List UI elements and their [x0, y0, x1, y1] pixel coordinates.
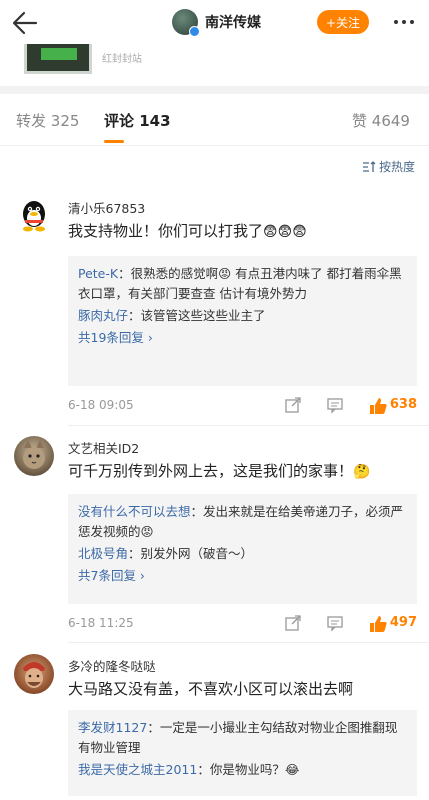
tab-reposts-count: 325 — [50, 112, 80, 130]
comment-text: 大马路又没有盖，不喜欢小区可以滚出去啊 — [68, 678, 417, 700]
commenter-name[interactable]: 文艺相关ID2 — [68, 438, 139, 457]
account-name[interactable]: 南洋传媒 — [205, 12, 261, 32]
tab-likes[interactable]: 赞 4649 — [352, 110, 410, 131]
comment-text: 可千万别传到外网上去，这是我们的家事！🤔 — [68, 460, 417, 483]
reply-line: Pete-K：很熟悉的感觉啊😡 有点丑港内味了 都打着雨伞黑衣口罩，有关部门要查… — [78, 264, 407, 304]
penguin-avatar-icon — [23, 201, 45, 232]
section-separator — [0, 86, 429, 94]
verified-badge-icon — [189, 26, 200, 37]
reply-user[interactable]: 李发财1127 — [78, 720, 147, 735]
tab-comments[interactable]: 评论 143 — [104, 110, 171, 131]
cat-avatar-icon — [23, 440, 45, 469]
comment-divider — [68, 642, 429, 643]
share-icon[interactable] — [284, 396, 302, 414]
tab-bar: 转发 325 评论 143 赞 4649 — [0, 94, 429, 146]
like-thumb-icon[interactable] — [368, 614, 388, 634]
comment-date: 6-18 11:25 — [68, 616, 134, 630]
comment-body: 我支持物业！你们可以打我了 — [68, 222, 264, 240]
reply-user[interactable]: 北极号角 — [78, 546, 128, 561]
sort-toggle[interactable]: 按热度 — [362, 158, 415, 175]
tab-comments-label: 评论 — [104, 112, 135, 130]
reply-text: ：该管管这些这些业主了 — [128, 308, 266, 323]
reply-preview[interactable]: 李发财1127：一定是一小撮业主勾结敌对物业企图推翻现有物业管理 我是天使之城主… — [68, 710, 417, 796]
quoted-post-text: 红封封站 — [102, 54, 142, 65]
tab-reposts-label: 转发 — [16, 112, 47, 130]
tab-likes-count: 4649 — [371, 112, 410, 130]
active-tab-indicator — [104, 140, 124, 143]
comment-body: 大马路又没有盖，不喜欢小区可以滚出去啊 — [68, 680, 354, 698]
comment-divider — [68, 425, 429, 426]
reply-line: 我是天使之城主2011：你是物业吗？😂 — [78, 760, 407, 780]
quoted-post-thumbnail — [24, 44, 92, 74]
reply-text: ：很熟悉的感觉啊 — [118, 266, 219, 281]
tab-comments-count: 143 — [139, 112, 171, 130]
share-icon[interactable] — [284, 614, 302, 632]
reply-line: 豚肉丸仔：该管管这些这些业主了 — [78, 306, 407, 326]
commenter-avatar[interactable] — [14, 654, 54, 694]
like-count: 497 — [389, 615, 417, 630]
view-more-replies-link[interactable]: 共7条回复 › — [78, 566, 407, 586]
comment-meta: 6-18 09:05 638 — [68, 396, 417, 416]
reply-user[interactable]: Pete-K — [78, 266, 118, 281]
reply-line: 李发财1127：一定是一小撮业主勾结敌对物业企图推翻现有物业管理 — [78, 718, 407, 758]
reply-user[interactable]: 没有什么不可以去想 — [78, 504, 191, 519]
reply-emoji: 😡 — [218, 266, 232, 281]
quoted-post[interactable]: 红封封站 — [0, 44, 429, 84]
account-avatar[interactable] — [172, 9, 200, 37]
reply-user[interactable]: 豚肉丸仔 — [78, 308, 128, 323]
commenter-name[interactable]: 清小乐67853 — [68, 198, 145, 217]
like-thumb-icon[interactable] — [368, 396, 388, 416]
reply-user[interactable]: 我是天使之城主2011 — [78, 762, 197, 777]
comment-text: 我支持物业！你们可以打我了😨😨😨 — [68, 220, 417, 243]
reply-text: ：你是物业吗？ — [197, 762, 285, 777]
comment-bubble-icon[interactable] — [326, 396, 344, 414]
comment-emoji: 😨😨😨 — [263, 224, 307, 240]
reply-text: ：别发外网（破音～） — [128, 546, 254, 561]
sort-icon — [362, 160, 376, 172]
comment-body: 可千万别传到外网上去，这是我们的家事！ — [68, 462, 354, 480]
account-header[interactable]: 南洋传媒 — [172, 9, 261, 37]
tab-likes-label: 赞 — [352, 112, 368, 130]
comment-date: 6-18 09:05 — [68, 398, 134, 412]
commenter-avatar[interactable] — [14, 196, 54, 236]
reply-preview[interactable]: 没有什么不可以去想：发出来就是在给美帝递刀子，必须严惩发视频的😡 北极号角：别发… — [68, 494, 417, 604]
top-bar: 南洋传媒 +关注 — [0, 0, 429, 44]
reply-emoji: 😡 — [140, 524, 154, 539]
reply-line: 没有什么不可以去想：发出来就是在给美帝递刀子，必须严惩发视频的😡 — [78, 502, 407, 542]
commenter-avatar[interactable] — [14, 436, 54, 476]
reply-emoji: 😂 — [284, 762, 300, 777]
back-arrow-icon[interactable] — [8, 6, 42, 40]
view-more-replies-link[interactable]: 共19条回复 › — [78, 328, 407, 348]
comment-emoji: 🤔 — [353, 464, 371, 480]
reply-line: 北极号角：别发外网（破音～） — [78, 544, 407, 564]
more-options-icon[interactable] — [392, 12, 416, 32]
tab-reposts[interactable]: 转发 325 — [16, 110, 79, 131]
comment-meta: 6-18 11:25 497 — [68, 614, 417, 634]
follow-button[interactable]: +关注 — [317, 10, 369, 34]
sort-label: 按热度 — [378, 160, 415, 174]
comment-bubble-icon[interactable] — [326, 614, 344, 632]
like-count: 638 — [389, 397, 417, 412]
reply-preview[interactable]: Pete-K：很熟悉的感觉啊😡 有点丑港内味了 都打着雨伞黑衣口罩，有关部门要查… — [68, 256, 417, 386]
person-avatar-icon — [23, 662, 45, 688]
commenter-name[interactable]: 多冷的隆冬哒哒 — [68, 656, 156, 675]
